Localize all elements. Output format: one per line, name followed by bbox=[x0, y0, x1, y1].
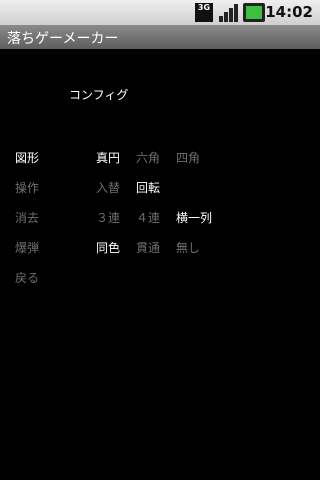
shape-option-circle[interactable]: 真円 bbox=[96, 149, 120, 166]
shape-option-hexagon[interactable]: 六角 bbox=[136, 149, 160, 166]
control-option-rotate[interactable]: 回転 bbox=[136, 179, 160, 196]
control-label[interactable]: 操作 bbox=[15, 179, 39, 196]
bomb-label[interactable]: 爆弾 bbox=[15, 239, 39, 256]
app-title: 落ちゲーメーカー bbox=[7, 31, 119, 47]
network-3g-icon: 3G bbox=[195, 3, 213, 22]
clear-option-three[interactable]: ３連 bbox=[96, 209, 120, 226]
back-button[interactable]: 戻る bbox=[15, 269, 39, 286]
screen-heading: コンフィグ bbox=[69, 88, 129, 102]
network-label: 3G bbox=[197, 3, 211, 12]
clear-option-row[interactable]: 横一列 bbox=[176, 209, 212, 226]
clear-label[interactable]: 消去 bbox=[15, 209, 39, 226]
signal-strength-icon bbox=[219, 4, 238, 22]
status-bar: 3G 14:02 bbox=[0, 0, 320, 25]
battery-charging-icon bbox=[243, 3, 265, 22]
control-option-swap[interactable]: 入替 bbox=[96, 179, 120, 196]
title-bar: 落ちゲーメーカー bbox=[0, 25, 320, 49]
shape-label[interactable]: 図形 bbox=[15, 149, 39, 166]
bomb-option-none[interactable]: 無し bbox=[176, 239, 200, 256]
shape-option-square[interactable]: 四角 bbox=[176, 149, 200, 166]
bomb-option-same-color[interactable]: 同色 bbox=[96, 239, 120, 256]
clear-option-four[interactable]: ４連 bbox=[136, 209, 160, 226]
status-time: 14:02 bbox=[265, 3, 313, 21]
bomb-option-pierce[interactable]: 貫通 bbox=[136, 239, 160, 256]
